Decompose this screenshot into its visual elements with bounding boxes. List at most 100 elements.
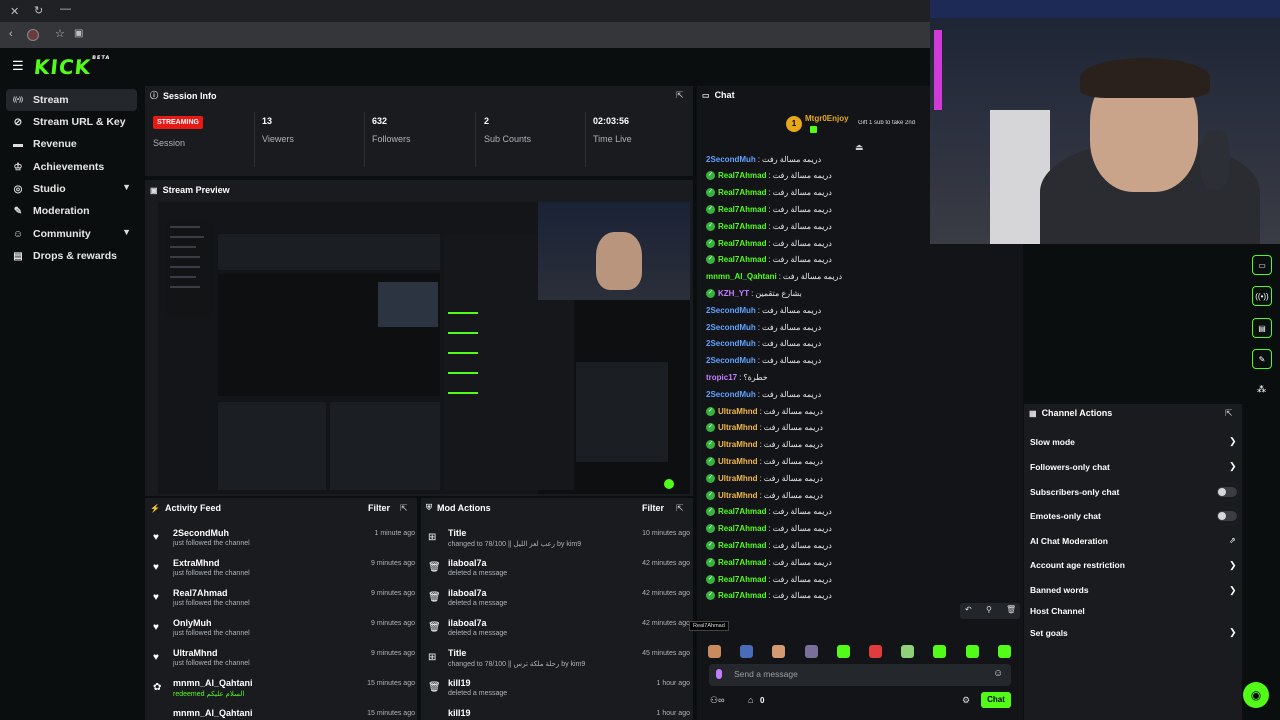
chat-message[interactable]: ✓ Real7Ahmad: دريمه مسالة رفت [706, 236, 832, 250]
chat-message[interactable]: ✓ Real7Ahmad: دريمه مسالة رفت [706, 186, 832, 200]
sidebar-item-community[interactable]: ☺ Community ▼ [6, 223, 137, 245]
emote-icon[interactable] [869, 645, 882, 658]
minimize-icon[interactable]: — [60, 3, 71, 15]
mic-icon[interactable] [716, 669, 722, 679]
chevron-right-icon[interactable]: ❯ [1229, 461, 1237, 472]
emote-icon[interactable] [965, 645, 979, 658]
sidebar-item-drops-rewards[interactable]: ▤ Drops & rewards [6, 245, 137, 267]
activity-user[interactable]: 2SecondMuh [173, 528, 229, 538]
chevron-down-icon[interactable]: ▼ [122, 227, 131, 237]
activity-user[interactable]: UltraMhnd [173, 648, 218, 658]
chat-message[interactable]: 2SecondMuh: دريمه مسالة رفت [706, 387, 821, 401]
sidebar-item-revenue[interactable]: ▬ Revenue [6, 133, 137, 155]
support-chat-icon[interactable]: ◉ [1243, 682, 1269, 708]
mod-action-name[interactable]: ilaboal7a [448, 618, 487, 628]
chat-message[interactable]: 2SecondMuh: دريمه مسالة رفت [706, 320, 821, 334]
followers-only-chat-item[interactable]: Followers-only chat [1030, 462, 1110, 472]
set-goals-item[interactable]: Set goals [1030, 628, 1068, 638]
popout-icon[interactable]: ⇱ [676, 503, 684, 514]
pinned-user[interactable]: Mtgr0Enjoy [805, 114, 849, 123]
emotes-only-toggle[interactable] [1217, 511, 1237, 521]
emote-icon[interactable] [836, 645, 850, 658]
chat-message[interactable]: ✓ Real7Ahmad: دريمه مسالة رفت [706, 572, 832, 586]
chat-username[interactable]: Real7Ahmad [718, 524, 766, 533]
emote-icon[interactable] [740, 645, 754, 658]
chat-username[interactable]: 2SecondMuh [706, 390, 756, 399]
chat-username[interactable]: 2SecondMuh [706, 306, 756, 315]
chat-message[interactable]: ✓ Real7Ahmad: دريمه مسالة رفت [706, 522, 832, 536]
emote-icon[interactable] [772, 645, 786, 658]
mod-action-name[interactable]: ilaboal7a [448, 558, 487, 568]
broadcast-toggle-icon[interactable]: ((•)) [1252, 286, 1272, 306]
chat-message[interactable]: ✓ Real7Ahmad: دريمه مسالة رفت [706, 169, 832, 183]
chat-message[interactable]: mnmn_Al_Qahtani: دريمه مسالة رفت [706, 270, 842, 284]
chat-username[interactable]: UltraMhnd [718, 407, 758, 416]
sidebar-item-stream-url-key[interactable]: ⊘ Stream URL & Key [6, 111, 137, 133]
chat-message[interactable]: tropic17: خطرة؟ [706, 370, 768, 384]
emote-icon[interactable] [997, 645, 1011, 658]
banned-words-item[interactable]: Banned words [1030, 585, 1089, 595]
activity-user[interactable]: ExtraMhnd [173, 558, 220, 568]
chat-username[interactable]: UltraMhnd [718, 491, 758, 500]
emote-icon[interactable] [933, 645, 947, 658]
chat-username[interactable]: Real7Ahmad [718, 541, 766, 550]
chat-message[interactable]: ✓ UltraMhnd: دريمه مسالة رفت [706, 454, 823, 468]
sidebar-item-moderation[interactable]: ✎ Moderation [6, 200, 137, 222]
reload-icon[interactable]: ↻ [34, 4, 43, 17]
close-icon[interactable]: ✕ [10, 5, 19, 18]
chat-username[interactable]: UltraMhnd [718, 423, 758, 432]
users-icon[interactable]: ⚇∞ [710, 695, 724, 706]
activity-user[interactable]: OnlyMuh [173, 618, 212, 628]
chat-username[interactable]: Real7Ahmad [718, 575, 766, 584]
chat-username[interactable]: 2SecondMuh [706, 339, 756, 348]
chat-username[interactable]: UltraMhnd [718, 457, 758, 466]
chat-username[interactable]: UltraMhnd [718, 440, 758, 449]
pin-icon[interactable]: ⚲ [986, 605, 992, 614]
chat-message[interactable]: ✓ KZH_YT: بشارع متقمين [706, 286, 802, 300]
chat-username[interactable]: Real7Ahmad [718, 239, 766, 248]
chat-username[interactable]: Real7Ahmad [718, 591, 766, 600]
mod-action-name[interactable]: ilaboal7a [448, 588, 487, 598]
mod-action-name[interactable]: kill19 [448, 678, 471, 688]
emote-icon[interactable] [804, 645, 818, 658]
account-age-restriction-item[interactable]: Account age restriction [1030, 560, 1125, 570]
chat-username[interactable]: Real7Ahmad [718, 507, 766, 516]
slow-mode-item[interactable]: Slow mode [1030, 437, 1075, 447]
chat-username[interactable]: Real7Ahmad [718, 171, 766, 180]
chat-message[interactable]: ✓ UltraMhnd: دريمه مسالة رفت [706, 421, 823, 435]
subscribers-only-toggle[interactable] [1217, 487, 1237, 497]
chat-toggle-icon[interactable]: ▭ [1252, 255, 1272, 275]
chat-message[interactable]: ✓ UltraMhnd: دريمه مسالة رفت [706, 488, 823, 502]
chevron-right-icon[interactable]: ❯ [1229, 627, 1237, 638]
ai-chat-moderation-item[interactable]: AI Chat Moderation [1030, 536, 1108, 546]
chat-message[interactable]: ✓ Real7Ahmad: دريمه مسالة رفت [706, 219, 832, 233]
chevron-right-icon[interactable]: ❯ [1229, 436, 1237, 447]
chat-message[interactable]: ✓ Real7Ahmad: دريمه مسالة رفت [706, 202, 832, 216]
emote-icon[interactable] [901, 645, 915, 658]
chat-message[interactable]: ✓ Real7Ahmad: دريمه مسالة رفت [706, 253, 832, 267]
chat-message[interactable]: ✓ Real7Ahmad: دريمه مسالة رفت [706, 589, 832, 603]
popout-icon[interactable]: ⇱ [1225, 408, 1233, 419]
stream-preview-video[interactable] [158, 202, 690, 494]
emote-icon[interactable] [708, 645, 721, 658]
chat-message[interactable]: ✓ UltraMhnd: دريمه مسالة رفت [706, 471, 823, 485]
external-link-icon[interactable]: ⇗ [1229, 536, 1236, 545]
chat-username[interactable]: Real7Ahmad [718, 558, 766, 567]
chat-message[interactable]: ✓ Real7Ahmad: دريمه مسالة رفت [706, 505, 832, 519]
chevron-down-icon[interactable]: ▼ [122, 182, 131, 192]
mod-filter-button[interactable]: Filter [642, 503, 664, 513]
reply-icon[interactable]: ↶ [965, 605, 972, 614]
popout-icon[interactable]: ⇱ [676, 90, 684, 101]
delete-icon[interactable]: 🗑 [1006, 605, 1016, 614]
chat-username[interactable]: tropic17 [706, 373, 737, 382]
emoji-icon[interactable]: ☺ [993, 668, 1003, 679]
chevron-right-icon[interactable]: ❯ [1229, 560, 1237, 571]
extension-icon[interactable]: ▣ [74, 28, 83, 39]
chat-username[interactable]: UltraMhnd [718, 474, 758, 483]
chat-message[interactable]: ✓ Real7Ahmad: دريمه مسالة رفت [706, 555, 832, 569]
settings-gear-icon[interactable]: ⚙ [962, 695, 970, 706]
profile-avatar-icon[interactable] [27, 29, 39, 41]
more-widgets-icon[interactable]: ⁂ [1257, 384, 1266, 395]
sidebar-item-stream[interactable]: ((•)) Stream [6, 89, 137, 111]
chat-message[interactable]: 2SecondMuh: دريمه مسالة رفت [706, 354, 821, 368]
